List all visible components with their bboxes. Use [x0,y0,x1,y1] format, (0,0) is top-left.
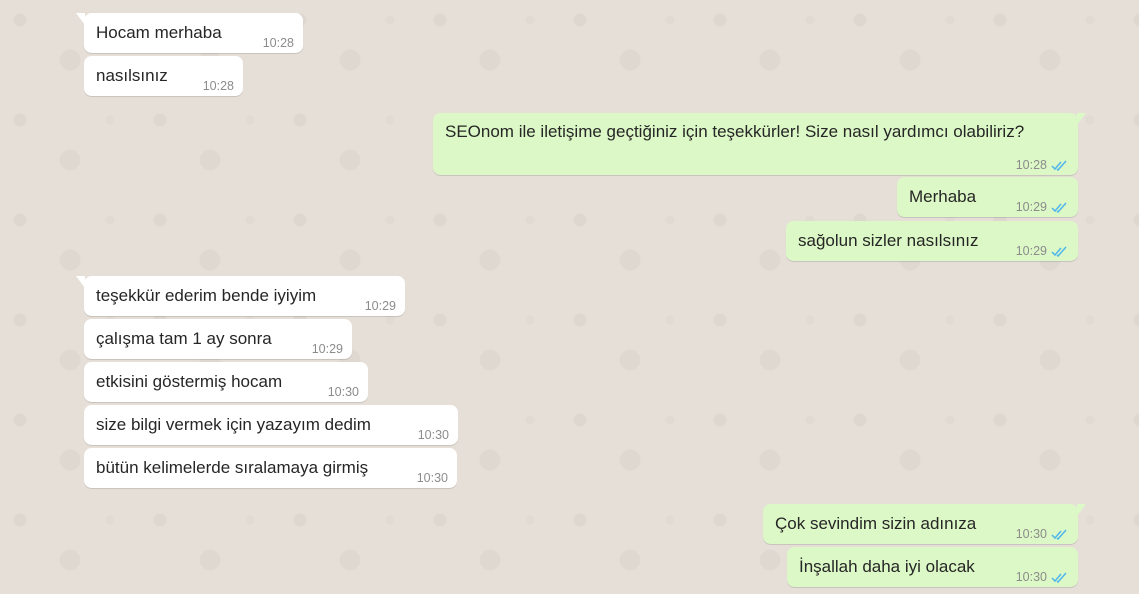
message-time: 10:28 [202,79,234,93]
message-time: 10:29 [364,299,396,313]
message-outgoing[interactable]: Çok sevindim sizin adınıza 10:30 [763,504,1086,544]
message-time: 10:30 [1015,570,1047,584]
double-check-read-icon [1051,246,1068,257]
message-time: 10:29 [1015,200,1047,214]
message-text: SEOnom ile iletişime geçtiğiniz için teş… [445,122,1025,141]
message-outgoing[interactable]: İnşallah daha iyi olacak 10:30 [787,547,1078,587]
chat-background: Hocam merhaba 10:28 nasılsınız 10:28 SEO… [0,0,1139,594]
message-outgoing[interactable]: SEOnom ile iletişime geçtiğiniz için teş… [433,113,1086,175]
message-outgoing[interactable]: Merhaba 10:29 [897,177,1078,217]
message-text: Merhaba [909,187,977,206]
message-text: size bilgi vermek için yazayım dedim [96,415,371,434]
double-check-read-icon [1051,572,1068,583]
double-check-read-icon [1051,160,1068,171]
message-time: 10:30 [416,471,448,485]
double-check-read-icon [1051,202,1068,213]
message-time: 10:30 [1015,527,1047,541]
message-meta: 10:28 [263,36,294,51]
message-text: sağolun sizler nasılsınız [798,231,979,250]
message-incoming[interactable]: size bilgi vermek için yazayım dedim 10:… [84,405,458,445]
message-incoming[interactable]: nasılsınız 10:28 [84,56,243,96]
message-meta: 10:29 [1016,244,1068,259]
message-time: 10:29 [1015,244,1047,258]
message-incoming[interactable]: Hocam merhaba 10:28 [76,13,303,53]
message-time: 10:29 [311,342,343,356]
message-meta: 10:28 [203,79,234,94]
message-incoming[interactable]: çalışma tam 1 ay sonra 10:29 [84,319,352,359]
message-incoming[interactable]: teşekkür ederim bende iyiyim 10:29 [76,276,405,316]
message-meta: 10:30 [1016,570,1068,585]
message-meta: 10:30 [1016,527,1068,542]
message-meta: 10:30 [328,385,359,400]
message-meta: 10:29 [1016,200,1068,215]
message-text: teşekkür ederim bende iyiyim [96,286,317,305]
message-text: nasılsınız [96,66,168,85]
message-meta: 10:28 [1016,158,1068,173]
message-text: Hocam merhaba [96,23,222,42]
message-meta: 10:30 [417,471,448,486]
message-text: Çok sevindim sizin adınıza [775,514,977,533]
message-text: çalışma tam 1 ay sonra [96,329,272,348]
message-text: etkisini göstermiş hocam [96,372,283,391]
message-text: İnşallah daha iyi olacak [799,557,975,576]
double-check-read-icon [1051,529,1068,540]
message-text: bütün kelimelerde sıralamaya girmiş [96,458,369,477]
message-meta: 10:29 [365,299,396,314]
message-incoming[interactable]: etkisini göstermiş hocam 10:30 [84,362,368,402]
message-meta: 10:29 [312,342,343,357]
message-time: 10:30 [417,428,449,442]
message-incoming[interactable]: bütün kelimelerde sıralamaya girmiş 10:3… [84,448,457,488]
message-meta: 10:30 [418,428,449,443]
message-time: 10:28 [1015,158,1047,172]
message-outgoing[interactable]: sağolun sizler nasılsınız 10:29 [786,221,1078,261]
message-time: 10:30 [327,385,359,399]
message-time: 10:28 [262,36,294,50]
